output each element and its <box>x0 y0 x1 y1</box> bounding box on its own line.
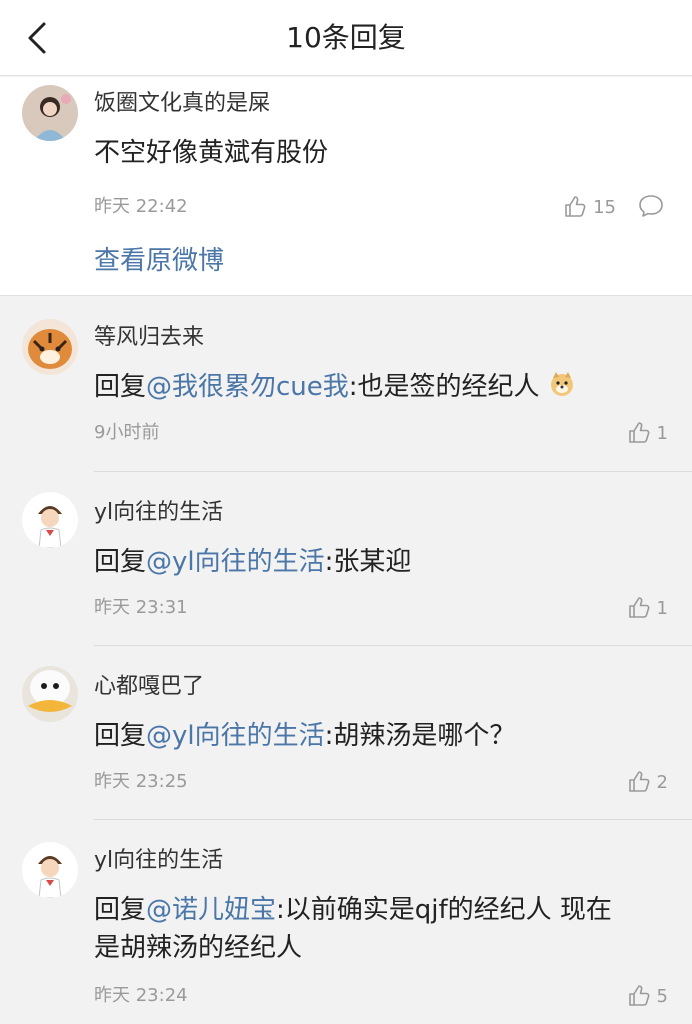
thumbs-up-icon <box>565 196 586 217</box>
reply-user-name[interactable]: yl向往的生活 <box>94 846 223 876</box>
avatar[interactable] <box>22 492 78 548</box>
reply-prefix: 回复 <box>94 895 147 925</box>
like-count: 2 <box>656 771 668 793</box>
reply-item: yl向往的生活 回复@诺儿妞宝:以前确实是qjf的经纪人 现在 是胡辣汤的经纪人… <box>0 820 692 1024</box>
reply-text-continued: 是胡辣汤的经纪人 <box>94 933 303 963</box>
like-button[interactable]: 5 <box>627 982 668 1010</box>
commenter-name[interactable]: 饭圈文化真的是屎 <box>94 89 270 119</box>
reply-time: 9小时前 <box>94 422 160 443</box>
avatar[interactable] <box>22 319 78 375</box>
like-button[interactable]: 15 <box>563 193 616 221</box>
reply-time: 昨天 23:24 <box>94 985 188 1006</box>
like-count: 15 <box>593 196 616 218</box>
reply-prefix: 回复 <box>94 721 147 751</box>
mention-link[interactable]: @我很累勿cue我 <box>146 372 349 402</box>
like-button[interactable]: 1 <box>627 594 668 622</box>
reply-text: 回复@我很累勿cue我:也是签的经纪人 <box>94 367 576 407</box>
reply-text: 回复@yl向往的生活:张某迎 <box>94 542 411 582</box>
reply-item: 等风归去来 回复@我很累勿cue我:也是签的经纪人 9小时前 1 <box>0 297 692 471</box>
page-title: 10条回复 <box>286 21 406 54</box>
view-original-weibo-link[interactable]: 查看原微博 <box>94 243 224 279</box>
avatar[interactable] <box>22 842 78 898</box>
reply-prefix: 回复 <box>94 372 147 402</box>
doge-emoji-icon <box>550 372 573 396</box>
mention-link[interactable]: @yl向往的生活 <box>146 547 325 577</box>
reply-text: 回复@yl向往的生活:胡辣汤是哪个？ <box>94 716 515 756</box>
reply-user-name[interactable]: yl向往的生活 <box>94 498 223 528</box>
reply-item: yl向往的生活 回复@yl向往的生活:张某迎 昨天 23:31 1 <box>0 472 692 646</box>
mention-link[interactable]: @yl向往的生活 <box>146 721 325 751</box>
reply-time: 昨天 23:25 <box>94 771 188 792</box>
comment-bubble-icon[interactable] <box>638 193 664 219</box>
mention-link[interactable]: @诺儿妞宝 <box>146 895 276 925</box>
thumbs-up-icon <box>628 985 649 1006</box>
reply-time: 昨天 23:31 <box>94 597 188 618</box>
top-bar: 10条回复 <box>0 0 692 76</box>
like-count: 1 <box>656 422 668 444</box>
thumbs-up-icon <box>628 422 649 443</box>
reply-body: :以前确实是qjf的经纪人 现在 <box>276 895 612 925</box>
like-count: 5 <box>656 985 668 1007</box>
reply-body: :张某迎 <box>324 547 412 577</box>
like-button[interactable]: 2 <box>627 768 668 796</box>
reply-body: :也是签的经纪人 <box>348 372 540 402</box>
reply-item: 心都嘎巴了 回复@yl向往的生活:胡辣汤是哪个？ 昨天 23:25 2 <box>0 646 692 820</box>
comment-text: 不空好像黄斌有股份 <box>94 138 329 168</box>
like-button[interactable]: 1 <box>627 419 668 447</box>
avatar[interactable] <box>22 666 78 722</box>
main-comment: 饭圈文化真的是屎 不空好像黄斌有股份 昨天 22:42 15 查看原微博 <box>0 77 692 296</box>
like-count: 1 <box>656 597 668 619</box>
thumbs-up-icon <box>628 771 649 792</box>
reply-user-name[interactable]: 心都嘎巴了 <box>94 672 204 702</box>
reply-text: 回复@诺儿妞宝:以前确实是qjf的经纪人 现在 <box>94 890 612 930</box>
reply-prefix: 回复 <box>94 547 147 577</box>
thumbs-up-icon <box>628 597 649 618</box>
reply-user-name[interactable]: 等风归去来 <box>94 323 204 353</box>
comment-time: 昨天 22:42 <box>94 196 188 217</box>
avatar[interactable] <box>22 85 78 141</box>
reply-body: :胡辣汤是哪个？ <box>324 721 516 751</box>
